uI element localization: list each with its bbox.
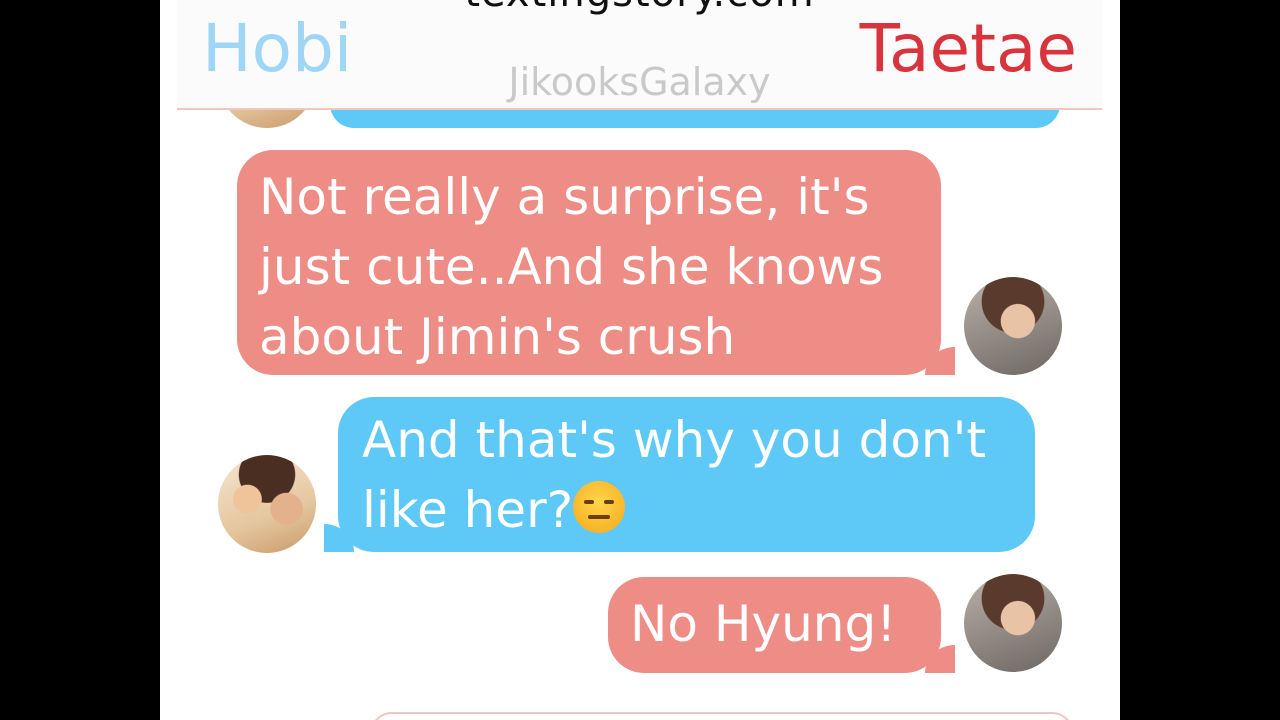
message-bubble[interactable]: Not really a surprise, it's just cute..A… <box>237 150 955 375</box>
taetae-avatar[interactable] <box>964 277 1062 375</box>
next-message-bubble <box>370 712 1074 720</box>
contact-name-taetae[interactable]: Taetae <box>860 10 1077 87</box>
message-bubble[interactable]: No Hyung! <box>608 577 955 673</box>
expressionless-face-icon <box>573 481 626 533</box>
bubble-tail <box>324 524 354 552</box>
hobi-avatar[interactable] <box>218 455 316 553</box>
taetae-avatar[interactable] <box>964 574 1062 672</box>
message-text: And that's why you don't like her? <box>362 411 986 539</box>
bubble-tail <box>925 347 955 375</box>
chat-screen: textingstory.com Hobi JikooksGalaxy Taet… <box>160 0 1120 720</box>
bubble-tail <box>925 645 955 673</box>
message-text: No Hyung! <box>630 595 897 653</box>
message-text: Not really a surprise, it's just cute..A… <box>259 168 884 366</box>
message-bubble[interactable]: And that's why you don't like her? <box>324 397 1035 552</box>
chat-header: textingstory.com Hobi JikooksGalaxy Taet… <box>177 0 1102 110</box>
